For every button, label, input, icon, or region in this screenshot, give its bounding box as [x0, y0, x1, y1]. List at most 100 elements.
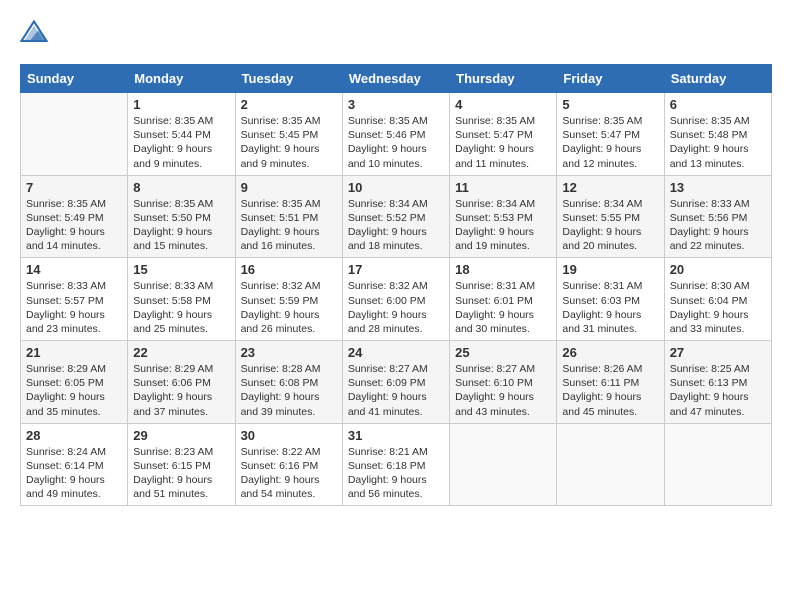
day-header-friday: Friday — [557, 65, 664, 93]
day-number: 6 — [670, 97, 766, 112]
day-number: 22 — [133, 345, 229, 360]
calendar-cell: 8 Sunrise: 8:35 AM Sunset: 5:50 PM Daylig… — [128, 175, 235, 258]
day-number: 11 — [455, 180, 551, 195]
calendar-cell: 19 Sunrise: 8:31 AM Sunset: 6:03 PM Dayli… — [557, 258, 664, 341]
cell-info: Sunrise: 8:35 AM Sunset: 5:45 PM Dayligh… — [241, 114, 337, 171]
cell-info: Sunrise: 8:31 AM Sunset: 6:01 PM Dayligh… — [455, 279, 551, 336]
day-number: 12 — [562, 180, 658, 195]
calendar-cell: 18 Sunrise: 8:31 AM Sunset: 6:01 PM Dayli… — [450, 258, 557, 341]
day-number: 14 — [26, 262, 122, 277]
day-header-sunday: Sunday — [21, 65, 128, 93]
cell-info: Sunrise: 8:35 AM Sunset: 5:51 PM Dayligh… — [241, 197, 337, 254]
day-number: 25 — [455, 345, 551, 360]
calendar-cell: 9 Sunrise: 8:35 AM Sunset: 5:51 PM Daylig… — [235, 175, 342, 258]
cell-info: Sunrise: 8:35 AM Sunset: 5:50 PM Dayligh… — [133, 197, 229, 254]
cell-info: Sunrise: 8:33 AM Sunset: 5:56 PM Dayligh… — [670, 197, 766, 254]
calendar-cell: 17 Sunrise: 8:32 AM Sunset: 6:00 PM Dayli… — [342, 258, 449, 341]
header-row: SundayMondayTuesdayWednesdayThursdayFrid… — [21, 65, 772, 93]
cell-info: Sunrise: 8:33 AM Sunset: 5:58 PM Dayligh… — [133, 279, 229, 336]
cell-info: Sunrise: 8:23 AM Sunset: 6:15 PM Dayligh… — [133, 445, 229, 502]
calendar-cell: 16 Sunrise: 8:32 AM Sunset: 5:59 PM Dayli… — [235, 258, 342, 341]
day-number: 24 — [348, 345, 444, 360]
calendar-cell: 27Sunrise: 8:25 AM Sunset: 6:13 PM Dayli… — [664, 341, 771, 424]
day-number: 2 — [241, 97, 337, 112]
calendar-cell: 14 Sunrise: 8:33 AM Sunset: 5:57 PM Dayli… — [21, 258, 128, 341]
cell-info: Sunrise: 8:26 AM Sunset: 6:11 PM Dayligh… — [562, 362, 658, 419]
cell-info: Sunrise: 8:33 AM Sunset: 5:57 PM Dayligh… — [26, 279, 122, 336]
cell-info: Sunrise: 8:29 AM Sunset: 6:06 PM Dayligh… — [133, 362, 229, 419]
cell-info: Sunrise: 8:31 AM Sunset: 6:03 PM Dayligh… — [562, 279, 658, 336]
calendar-cell: 7Sunrise: 8:35 AM Sunset: 5:49 PM Daylig… — [21, 175, 128, 258]
calendar-cell: 6Sunrise: 8:35 AM Sunset: 5:48 PM Daylig… — [664, 93, 771, 176]
cell-info: Sunrise: 8:35 AM Sunset: 5:49 PM Dayligh… — [26, 197, 122, 254]
cell-info: Sunrise: 8:24 AM Sunset: 6:14 PM Dayligh… — [26, 445, 122, 502]
calendar-cell: 24 Sunrise: 8:27 AM Sunset: 6:09 PM Dayli… — [342, 341, 449, 424]
cell-info: Sunrise: 8:22 AM Sunset: 6:16 PM Dayligh… — [241, 445, 337, 502]
cell-info: Sunrise: 8:21 AM Sunset: 6:18 PM Dayligh… — [348, 445, 444, 502]
day-number: 20 — [670, 262, 766, 277]
cell-info: Sunrise: 8:35 AM Sunset: 5:46 PM Dayligh… — [348, 114, 444, 171]
calendar-cell: 1 Sunrise: 8:35 AM Sunset: 5:44 PM Daylig… — [128, 93, 235, 176]
calendar-cell: 15 Sunrise: 8:33 AM Sunset: 5:58 PM Dayli… — [128, 258, 235, 341]
calendar-cell: 5 Sunrise: 8:35 AM Sunset: 5:47 PM Daylig… — [557, 93, 664, 176]
cell-info: Sunrise: 8:32 AM Sunset: 5:59 PM Dayligh… — [241, 279, 337, 336]
logo — [20, 20, 52, 48]
calendar-cell: 21Sunrise: 8:29 AM Sunset: 6:05 PM Dayli… — [21, 341, 128, 424]
day-number: 28 — [26, 428, 122, 443]
day-number: 17 — [348, 262, 444, 277]
calendar-cell: 26 Sunrise: 8:26 AM Sunset: 6:11 PM Dayli… — [557, 341, 664, 424]
day-header-monday: Monday — [128, 65, 235, 93]
logo-icon — [20, 20, 48, 48]
calendar-body: 1 Sunrise: 8:35 AM Sunset: 5:44 PM Daylig… — [21, 93, 772, 506]
cell-info: Sunrise: 8:35 AM Sunset: 5:47 PM Dayligh… — [455, 114, 551, 171]
calendar-cell: 31Sunrise: 8:21 AM Sunset: 6:18 PM Dayli… — [342, 423, 449, 506]
day-number: 4 — [455, 97, 551, 112]
day-number: 21 — [26, 345, 122, 360]
day-header-saturday: Saturday — [664, 65, 771, 93]
calendar-cell: 3Sunrise: 8:35 AM Sunset: 5:46 PM Daylig… — [342, 93, 449, 176]
cell-info: Sunrise: 8:27 AM Sunset: 6:09 PM Dayligh… — [348, 362, 444, 419]
page-header — [20, 20, 772, 48]
cell-info: Sunrise: 8:30 AM Sunset: 6:04 PM Dayligh… — [670, 279, 766, 336]
cell-info: Sunrise: 8:27 AM Sunset: 6:10 PM Dayligh… — [455, 362, 551, 419]
calendar-week-5: 28 Sunrise: 8:24 AM Sunset: 6:14 PM Dayli… — [21, 423, 772, 506]
calendar-cell: 11Sunrise: 8:34 AM Sunset: 5:53 PM Dayli… — [450, 175, 557, 258]
day-number: 29 — [133, 428, 229, 443]
day-number: 13 — [670, 180, 766, 195]
cell-info: Sunrise: 8:34 AM Sunset: 5:52 PM Dayligh… — [348, 197, 444, 254]
calendar-cell: 29 Sunrise: 8:23 AM Sunset: 6:15 PM Dayli… — [128, 423, 235, 506]
day-header-tuesday: Tuesday — [235, 65, 342, 93]
cell-info: Sunrise: 8:35 AM Sunset: 5:44 PM Dayligh… — [133, 114, 229, 171]
calendar-header: SundayMondayTuesdayWednesdayThursdayFrid… — [21, 65, 772, 93]
day-number: 19 — [562, 262, 658, 277]
day-number: 16 — [241, 262, 337, 277]
calendar-week-4: 21Sunrise: 8:29 AM Sunset: 6:05 PM Dayli… — [21, 341, 772, 424]
calendar-cell — [450, 423, 557, 506]
calendar-cell: 2 Sunrise: 8:35 AM Sunset: 5:45 PM Daylig… — [235, 93, 342, 176]
day-number: 9 — [241, 180, 337, 195]
cell-info: Sunrise: 8:34 AM Sunset: 5:55 PM Dayligh… — [562, 197, 658, 254]
day-number: 18 — [455, 262, 551, 277]
cell-info: Sunrise: 8:32 AM Sunset: 6:00 PM Dayligh… — [348, 279, 444, 336]
calendar-cell — [21, 93, 128, 176]
day-number: 26 — [562, 345, 658, 360]
calendar-cell: 12 Sunrise: 8:34 AM Sunset: 5:55 PM Dayli… — [557, 175, 664, 258]
calendar-week-2: 7Sunrise: 8:35 AM Sunset: 5:49 PM Daylig… — [21, 175, 772, 258]
calendar-cell: 30 Sunrise: 8:22 AM Sunset: 6:16 PM Dayli… — [235, 423, 342, 506]
day-number: 30 — [241, 428, 337, 443]
day-number: 15 — [133, 262, 229, 277]
cell-info: Sunrise: 8:28 AM Sunset: 6:08 PM Dayligh… — [241, 362, 337, 419]
day-header-thursday: Thursday — [450, 65, 557, 93]
calendar-cell: 23Sunrise: 8:28 AM Sunset: 6:08 PM Dayli… — [235, 341, 342, 424]
day-number: 5 — [562, 97, 658, 112]
calendar-cell — [557, 423, 664, 506]
calendar-cell — [664, 423, 771, 506]
day-number: 1 — [133, 97, 229, 112]
calendar-week-3: 14 Sunrise: 8:33 AM Sunset: 5:57 PM Dayli… — [21, 258, 772, 341]
calendar-cell: 25 Sunrise: 8:27 AM Sunset: 6:10 PM Dayli… — [450, 341, 557, 424]
day-number: 8 — [133, 180, 229, 195]
day-number: 27 — [670, 345, 766, 360]
cell-info: Sunrise: 8:35 AM Sunset: 5:47 PM Dayligh… — [562, 114, 658, 171]
calendar-week-1: 1 Sunrise: 8:35 AM Sunset: 5:44 PM Daylig… — [21, 93, 772, 176]
day-header-wednesday: Wednesday — [342, 65, 449, 93]
